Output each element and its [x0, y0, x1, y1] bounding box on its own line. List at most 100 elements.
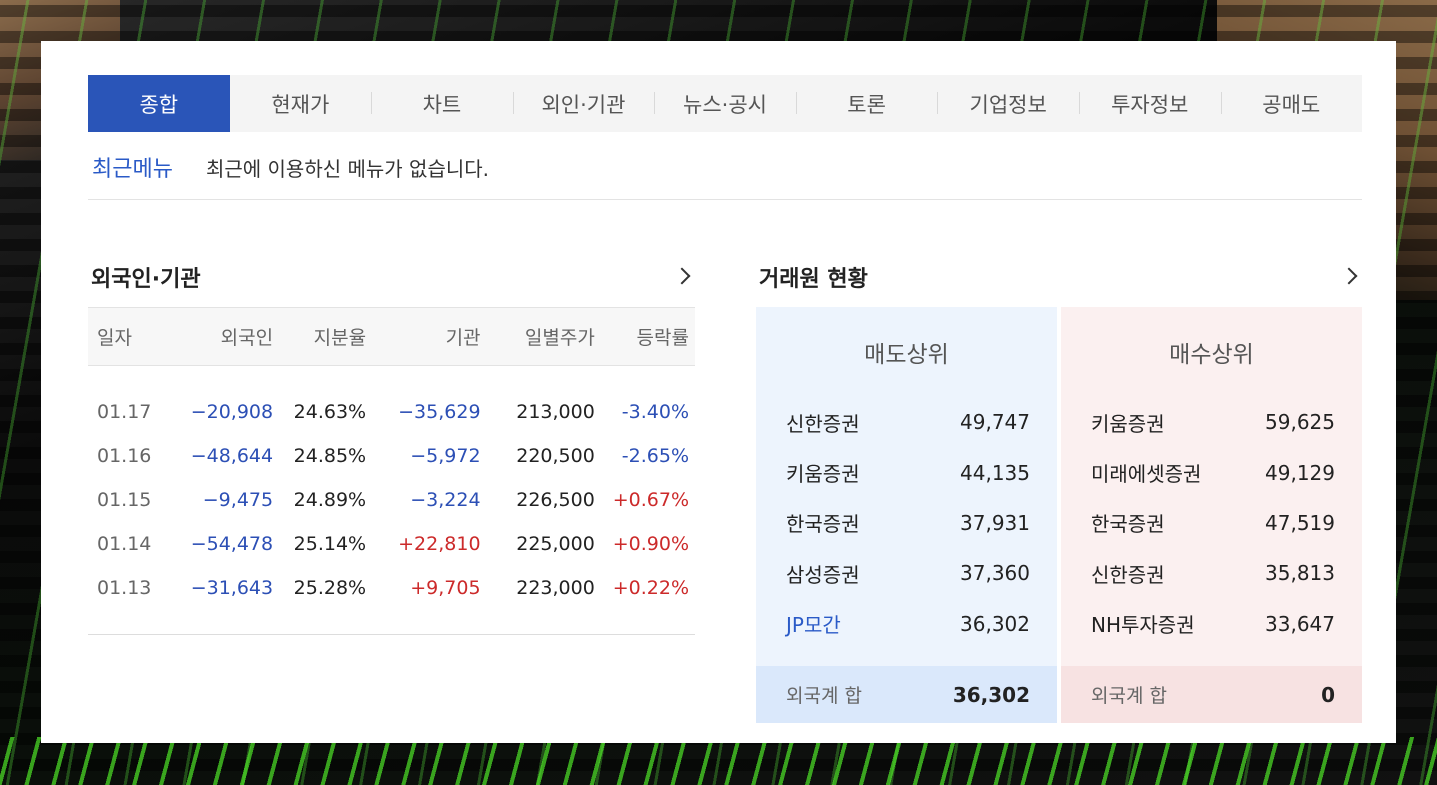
buy-foreign-total: 외국계 합 0 — [1061, 666, 1362, 723]
broker-table: 매도상위 신한증권 49,747 키움증권 44,135 한국증권 37,931… — [756, 307, 1362, 723]
buy-top-header: 매수상위 — [1169, 342, 1254, 368]
table-row: 01.13 −31,643 25.28% +9,705 223,000 +0.2… — [88, 566, 695, 635]
tab-foreign-institution[interactable]: 외인·기관 — [512, 75, 655, 132]
cell-date: 01.16 — [97, 445, 152, 467]
cell-date: 01.13 — [88, 566, 167, 635]
cell-institution: −35,629 — [398, 401, 481, 423]
tab-news-disclosure[interactable]: 뉴스·공시 — [654, 75, 796, 132]
cell-price: 220,500 — [516, 445, 595, 467]
list-item: 키움증권 44,135 — [756, 447, 1057, 497]
table-row: 01.17 −20,908 24.63% −35,629 213,000 -3.… — [88, 366, 695, 435]
col-ratio: 지분율 — [273, 307, 367, 366]
recent-menu-message: 최근에 이용하신 메뉴가 없습니다. — [205, 156, 489, 181]
cell-change: +0.22% — [594, 566, 695, 635]
tab-chart[interactable]: 차트 — [371, 75, 513, 132]
cell-ratio: 25.28% — [273, 566, 367, 635]
foreign-total-value: 0 — [1321, 682, 1335, 707]
recent-menu: 최근메뉴 최근에 이용하신 메뉴가 없습니다. — [92, 151, 489, 183]
cell-foreign: −48,644 — [190, 445, 274, 467]
broker-name-link[interactable]: JP모간 — [786, 609, 841, 638]
list-item: 한국증권 37,931 — [756, 498, 1057, 548]
table-row: 01.15 −9,475 24.89% −3,224 226,500 +0.67… — [88, 478, 695, 522]
tab-investment-info[interactable]: 투자정보 — [1078, 75, 1221, 132]
cell-price: 213,000 — [516, 401, 595, 423]
broker-status-title: 거래원 현황 — [759, 267, 868, 292]
cell-institution: −3,224 — [410, 489, 481, 511]
stock-panel: 종합 현재가 차트 외인·기관 뉴스·공시 토론 기업정보 투자정보 공매도 최… — [41, 41, 1396, 743]
broker-name: 키움증권 — [786, 462, 860, 487]
tab-discussion[interactable]: 토론 — [795, 75, 938, 132]
list-item: JP모간 36,302 — [756, 599, 1057, 649]
list-item: NH투자증권 33,647 — [1061, 599, 1362, 649]
cell-date: 01.17 — [97, 401, 152, 423]
recent-menu-label[interactable]: 최근메뉴 — [92, 151, 173, 183]
cell-institution: +22,810 — [398, 533, 481, 555]
cell-ratio: 25.14% — [293, 533, 367, 555]
col-change-rate: 등락률 — [594, 307, 695, 366]
background-chart-ticks-bottom — [0, 737, 1437, 785]
tab-bar: 종합 현재가 차트 외인·기관 뉴스·공시 토론 기업정보 투자정보 공매도 — [88, 75, 1362, 132]
sell-top-header: 매도상위 — [864, 342, 949, 368]
broker-value: 36,302 — [960, 611, 1030, 636]
col-daily-price: 일별주가 — [480, 307, 595, 366]
sell-foreign-total: 외국계 합 36,302 — [756, 666, 1057, 723]
broker-value: 49,747 — [960, 410, 1030, 435]
tab-short-selling[interactable]: 공매도 — [1220, 75, 1363, 132]
cell-foreign: −20,908 — [190, 401, 274, 423]
col-foreign: 외국인 — [166, 307, 274, 366]
broker-value: 59,625 — [1265, 410, 1335, 435]
broker-value: 44,135 — [960, 460, 1030, 485]
cell-ratio: 24.63% — [293, 401, 367, 423]
cell-price: 223,000 — [480, 566, 595, 635]
list-item: 신한증권 35,813 — [1061, 548, 1362, 598]
foreign-total-label: 외국계 합 — [786, 685, 862, 707]
broker-name: 키움증권 — [1091, 411, 1165, 436]
cell-change: +0.67% — [612, 489, 689, 511]
cell-foreign: −31,643 — [166, 566, 274, 635]
foreign-total-label: 외국계 합 — [1091, 685, 1167, 707]
broker-name: 미래에셋증권 — [1091, 462, 1202, 487]
foreign-institution-more-icon[interactable] — [673, 267, 691, 285]
table-row: 01.16 −48,644 24.85% −5,972 220,500 -2.6… — [88, 434, 695, 478]
broker-name: 한국증권 — [786, 512, 860, 537]
tab-summary[interactable]: 종합 — [88, 75, 230, 132]
list-item: 키움증권 59,625 — [1061, 397, 1362, 447]
col-date: 일자 — [88, 307, 167, 366]
cell-change: -2.65% — [621, 445, 689, 467]
cell-foreign: −54,478 — [190, 533, 274, 555]
list-item: 삼성증권 37,360 — [756, 548, 1057, 598]
table-header-row: 일자 외국인 지분율 기관 일별주가 등락률 — [88, 307, 695, 366]
cell-date: 01.15 — [97, 489, 152, 511]
foreign-institution-title: 외국인·기관 — [91, 267, 201, 292]
cell-change: +0.90% — [612, 533, 689, 555]
tab-company-info[interactable]: 기업정보 — [937, 75, 1079, 132]
broker-value: 33,647 — [1265, 611, 1335, 636]
broker-status-more-icon[interactable] — [1340, 267, 1358, 285]
broker-name: 한국증권 — [1091, 512, 1165, 537]
cell-ratio: 24.89% — [293, 489, 367, 511]
cell-ratio: 24.85% — [293, 445, 367, 467]
broker-value: 47,519 — [1265, 510, 1335, 535]
cell-date: 01.14 — [97, 533, 152, 555]
cell-price: 225,000 — [516, 533, 595, 555]
list-item: 신한증권 49,747 — [756, 397, 1057, 447]
broker-value: 49,129 — [1265, 460, 1335, 485]
broker-name: 삼성증권 — [786, 562, 860, 587]
broker-value: 37,360 — [960, 561, 1030, 586]
tab-current-price[interactable]: 현재가 — [230, 75, 372, 132]
cell-foreign: −9,475 — [202, 489, 274, 511]
broker-value: 35,813 — [1265, 561, 1335, 586]
broker-name: 신한증권 — [1091, 562, 1165, 587]
foreign-total-value: 36,302 — [952, 682, 1030, 707]
cell-change: -3.40% — [621, 401, 689, 423]
broker-name: NH투자증권 — [1091, 613, 1195, 638]
divider — [88, 199, 1362, 200]
foreign-institution-table: 일자 외국인 지분율 기관 일별주가 등락률 01.17 −20,908 24.… — [88, 307, 695, 635]
cell-price: 226,500 — [516, 489, 595, 511]
broker-name: 신한증권 — [786, 411, 860, 436]
cell-institution: +9,705 — [366, 566, 481, 635]
list-item: 미래에셋증권 49,129 — [1061, 447, 1362, 497]
table-row: 01.14 −54,478 25.14% +22,810 225,000 +0.… — [88, 522, 695, 566]
buy-top-column: 매수상위 키움증권 59,625 미래에셋증권 49,129 한국증권 47,5… — [1061, 307, 1362, 723]
list-item: 한국증권 47,519 — [1061, 498, 1362, 548]
